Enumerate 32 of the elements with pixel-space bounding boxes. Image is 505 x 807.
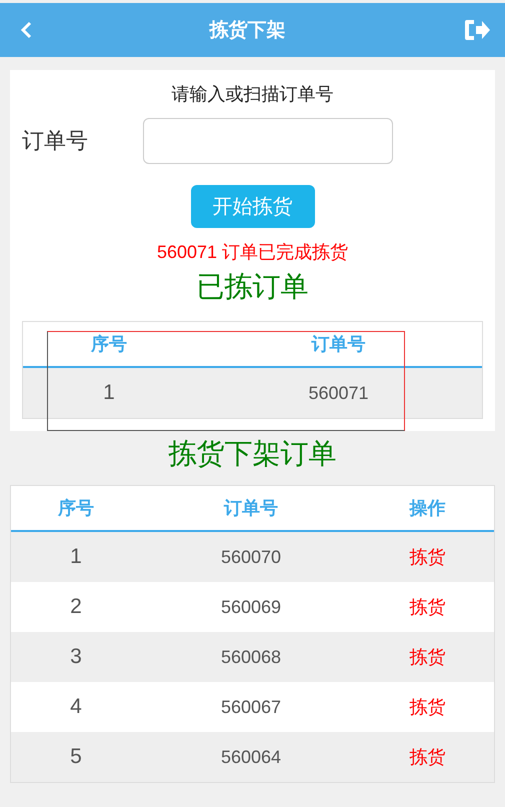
back-icon[interactable] [20, 21, 32, 39]
field-label: 订单号 [22, 127, 89, 155]
table-cell-text: 560067 [220, 696, 282, 718]
pick-link[interactable]: 拣货 [361, 545, 494, 569]
table-cell-text: 2 [69, 595, 83, 619]
start-picking-button[interactable]: 开始拣货 [190, 185, 314, 228]
table-cell-text: 560064 [220, 746, 282, 768]
table-cell-text: 560070 [220, 546, 282, 568]
section-title: 已拣订单 [196, 270, 308, 304]
section-title: 拣货下架订单 [168, 437, 336, 471]
scan-prompt: 请输入或扫描订单号 [172, 83, 334, 106]
pick-link[interactable]: 拣货 [361, 695, 494, 719]
table-cell-text: 560069 [220, 596, 282, 618]
column-header: 订单号 [222, 497, 279, 520]
table-cell-text: 5 [69, 745, 83, 769]
pick-link[interactable]: 拣货 [361, 745, 494, 769]
pick-link[interactable]: 拣货 [361, 595, 494, 619]
pick-link[interactable]: 拣货 [361, 645, 494, 669]
status-message: 560071 订单已完成拣货 [156, 241, 348, 264]
column-header: 序号 [56, 497, 95, 520]
column-header: 操作 [408, 497, 446, 520]
logout-icon[interactable] [463, 18, 491, 42]
column-header: 订单号 [310, 333, 366, 356]
table-cell-text: 560068 [220, 646, 282, 668]
table-cell-text: 1 [69, 545, 83, 569]
column-header: 序号 [90, 333, 128, 356]
table-cell-text: 1 [102, 381, 116, 405]
table-cell-text: 560071 [307, 382, 370, 404]
table-cell-text: 4 [69, 695, 83, 719]
table-cell-text: 3 [69, 645, 83, 669]
order-number-field[interactable] [143, 118, 393, 164]
page-title: 拣货下架 [210, 18, 286, 43]
